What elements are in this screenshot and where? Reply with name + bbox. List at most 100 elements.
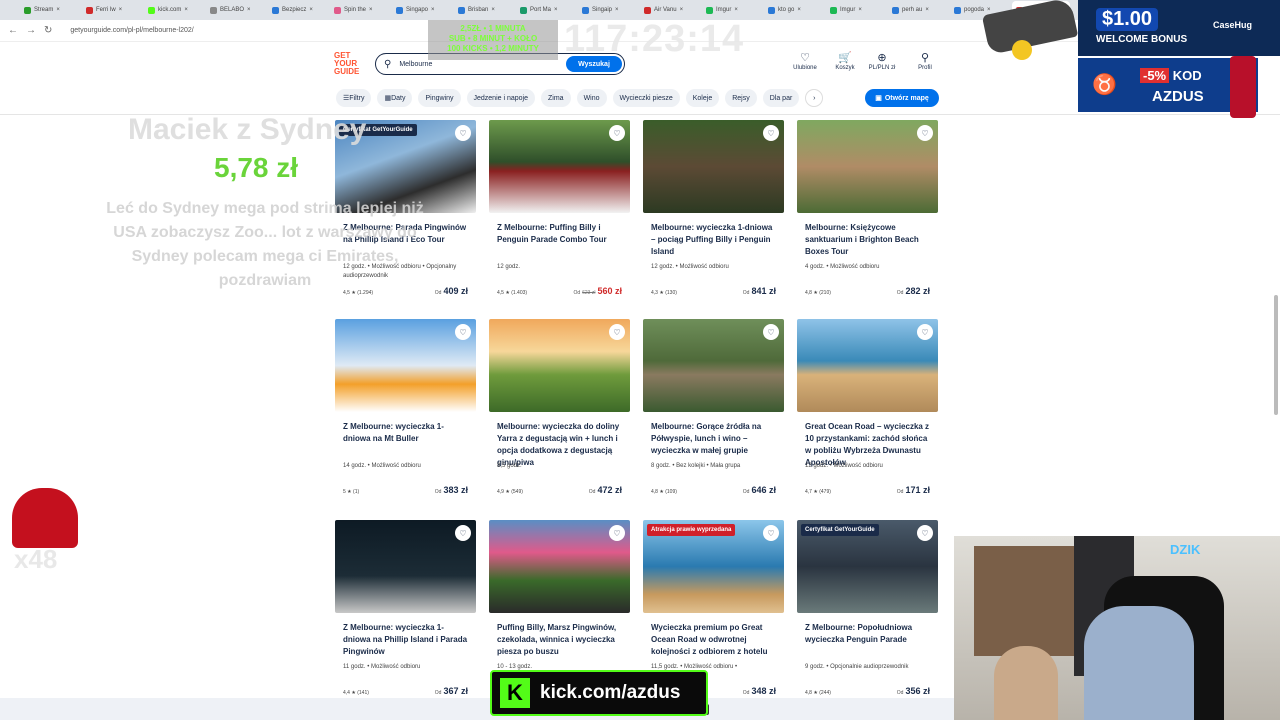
browser-tab[interactable]: Singapo × (392, 1, 450, 19)
filter-chip-label: Rejsy (732, 94, 750, 102)
browser-tab[interactable]: Air Vanu × (640, 1, 698, 19)
activity-title[interactable]: Z Melbourne: Puffing Billy i Penguin Par… (497, 222, 623, 246)
wishlist-heart-icon[interactable]: ♡ (763, 525, 779, 541)
browser-tab[interactable]: BELABO × (206, 1, 264, 19)
activity-price: Od 623 zł 560 zł (573, 286, 622, 296)
scrollbar[interactable] (1274, 295, 1278, 415)
activity-title[interactable]: Melbourne: Gorące źródła na Półwyspie, l… (651, 421, 777, 457)
filter-chip[interactable]: Wycieczki piesze (612, 89, 680, 107)
browser-tab[interactable]: Ferri lw × (82, 1, 140, 19)
activity-card[interactable]: ♡ Melbourne: wycieczka 1-dniowa – pociąg … (643, 120, 784, 310)
close-tab-icon[interactable]: × (119, 7, 123, 13)
activity-meta: 12 godz. • Możliwość odbioru (805, 463, 883, 469)
activity-title[interactable]: Z Melbourne: Popołudniowa wycieczka Peng… (805, 622, 931, 646)
activity-card[interactable]: ♡ Melbourne: Gorące źródła na Półwyspie, … (643, 319, 784, 509)
activity-card[interactable]: ♡ Z Melbourne: Puffing Billy i Penguin Pa… (489, 120, 630, 310)
browser-tab[interactable]: Spin the × (330, 1, 388, 19)
close-tab-icon[interactable]: × (680, 7, 684, 13)
close-tab-icon[interactable]: × (858, 7, 862, 13)
filter-chip[interactable]: Zima (541, 89, 571, 107)
url-field[interactable]: getyourguide.com/pl-pl/melbourne-l202/ (70, 27, 193, 34)
close-tab-icon[interactable]: × (554, 7, 558, 13)
activity-card[interactable]: ♡ Great Ocean Road – wycieczka z 10 przys… (797, 319, 938, 509)
filter-chip[interactable]: Pingwiny (418, 89, 461, 107)
wishlist-heart-icon[interactable]: ♡ (609, 125, 625, 141)
chevron-right-icon[interactable]: › (805, 89, 824, 107)
activity-title[interactable]: Z Melbourne: wycieczka 1-dniowa na Phill… (343, 622, 469, 658)
open-map-button[interactable]: ▣ Otwórz mapę (865, 89, 939, 107)
close-tab-icon[interactable]: × (797, 7, 801, 13)
webcam-feed: DZIK (954, 536, 1280, 720)
activity-title[interactable]: Melbourne: Księżycowe sanktuarium i Brig… (805, 222, 931, 258)
activity-title[interactable]: Z Melbourne: wycieczka 1-dniowa na Mt Bu… (343, 421, 469, 445)
filter-chip[interactable]: Wino (576, 89, 607, 107)
discount-line: -5% KOD (1140, 68, 1202, 83)
favicon-icon (334, 6, 341, 14)
browser-tab[interactable]: Imgur × (702, 1, 760, 19)
search-input[interactable]: Melbourne (399, 61, 432, 68)
browser-tab[interactable]: Port Ma × (516, 1, 574, 19)
header-cart-button[interactable]: 🛒 Koszyk (825, 52, 865, 71)
close-tab-icon[interactable]: × (247, 7, 251, 13)
activity-title[interactable]: Wycieczka premium po Great Ocean Road w … (651, 622, 777, 658)
wishlist-heart-icon[interactable]: ♡ (917, 324, 933, 340)
forward-icon[interactable]: → (26, 25, 36, 36)
filter-chip[interactable]: Jedzenie i napoje (466, 89, 535, 107)
close-tab-icon[interactable]: × (987, 7, 991, 13)
filter-chip[interactable]: ▦ Daty (377, 89, 413, 107)
activity-card[interactable]: ♡ Certyfikat GetYourGuide Z Melbourne: Pop… (797, 520, 938, 710)
browser-tab[interactable]: kick.com × (144, 1, 202, 19)
close-tab-icon[interactable]: × (56, 7, 60, 13)
close-tab-icon[interactable]: × (431, 7, 435, 13)
filter-chip[interactable]: Rejsy (725, 89, 757, 107)
activity-title[interactable]: Puffing Billy, Marsz Pingwinów, czekolad… (497, 622, 623, 658)
activity-rating: 4,8 ★ (109) (651, 489, 677, 495)
browser-tab[interactable]: Brisban × (454, 1, 512, 19)
wishlist-heart-icon[interactable]: ♡ (609, 324, 625, 340)
wishlist-heart-icon[interactable]: ♡ (609, 525, 625, 541)
activity-card[interactable]: ♡ Z Melbourne: wycieczka 1-dniowa na Mt B… (335, 319, 476, 509)
close-tab-icon[interactable]: × (491, 7, 495, 13)
favicon-icon (520, 6, 527, 14)
wishlist-heart-icon[interactable]: ♡ (917, 125, 933, 141)
price-value: 560 zł (597, 286, 622, 296)
site-logo[interactable]: GET YOUR GUIDE (334, 52, 364, 76)
back-icon[interactable]: ← (8, 25, 18, 36)
activity-price: Od 282 zł (897, 286, 930, 296)
activity-card[interactable]: ♡ Melbourne: wycieczka do doliny Yarra z … (489, 319, 630, 509)
filter-chip[interactable]: Koleje (685, 89, 720, 107)
wishlist-heart-icon[interactable]: ♡ (917, 525, 933, 541)
price-value: 356 zł (905, 686, 930, 696)
close-tab-icon[interactable]: × (925, 7, 929, 13)
price-prefix: Od (588, 489, 596, 495)
header-profile-button[interactable]: ⚲ Profil (905, 52, 945, 71)
browser-tab[interactable]: Stream × (20, 1, 78, 19)
browser-tab[interactable]: Singaip × (578, 1, 636, 19)
header-globe-button[interactable]: ⊕ PL/PLN zł (862, 52, 902, 71)
filter-chip-label: Jedzenie i napoje (473, 94, 529, 102)
header-heart-button[interactable]: ♡ Ulubione (785, 52, 825, 71)
wishlist-heart-icon[interactable]: ♡ (455, 324, 471, 340)
subathon-rules-overlay: 2,5ZŁ • 1 MINUTA SUB • 8 MINUT + KOŁO 10… (428, 20, 558, 60)
browser-tab[interactable]: Bezpiecz × (268, 1, 326, 19)
filter-chip[interactable]: ☰ Filtry (336, 89, 372, 107)
activity-card[interactable]: ♡ Melbourne: Księżycowe sanktuarium i Bri… (797, 120, 938, 310)
wishlist-heart-icon[interactable]: ♡ (455, 125, 471, 141)
browser-tab[interactable]: perh au × (888, 1, 946, 19)
activity-title[interactable]: Melbourne: wycieczka 1-dniowa – pociąg P… (651, 222, 777, 258)
wishlist-heart-icon[interactable]: ♡ (763, 324, 779, 340)
activity-rating: 4,3 ★ (130) (651, 290, 677, 296)
close-tab-icon[interactable]: × (615, 7, 619, 13)
close-tab-icon[interactable]: × (369, 7, 373, 13)
filter-chip[interactable]: Dla par (762, 89, 800, 107)
wishlist-heart-icon[interactable]: ♡ (455, 525, 471, 541)
browser-tab[interactable]: kto go × (764, 1, 822, 19)
wishlist-heart-icon[interactable]: ♡ (763, 125, 779, 141)
activity-meta: 11 godz. • Możliwość odbioru (343, 664, 421, 670)
close-tab-icon[interactable]: × (309, 7, 313, 13)
close-tab-icon[interactable]: × (184, 7, 188, 13)
activity-card[interactable]: ♡ Z Melbourne: wycieczka 1-dniowa na Phil… (335, 520, 476, 710)
close-tab-icon[interactable]: × (734, 7, 738, 13)
browser-tab[interactable]: Imgur × (826, 1, 884, 19)
reload-icon[interactable]: ↻ (44, 25, 52, 36)
